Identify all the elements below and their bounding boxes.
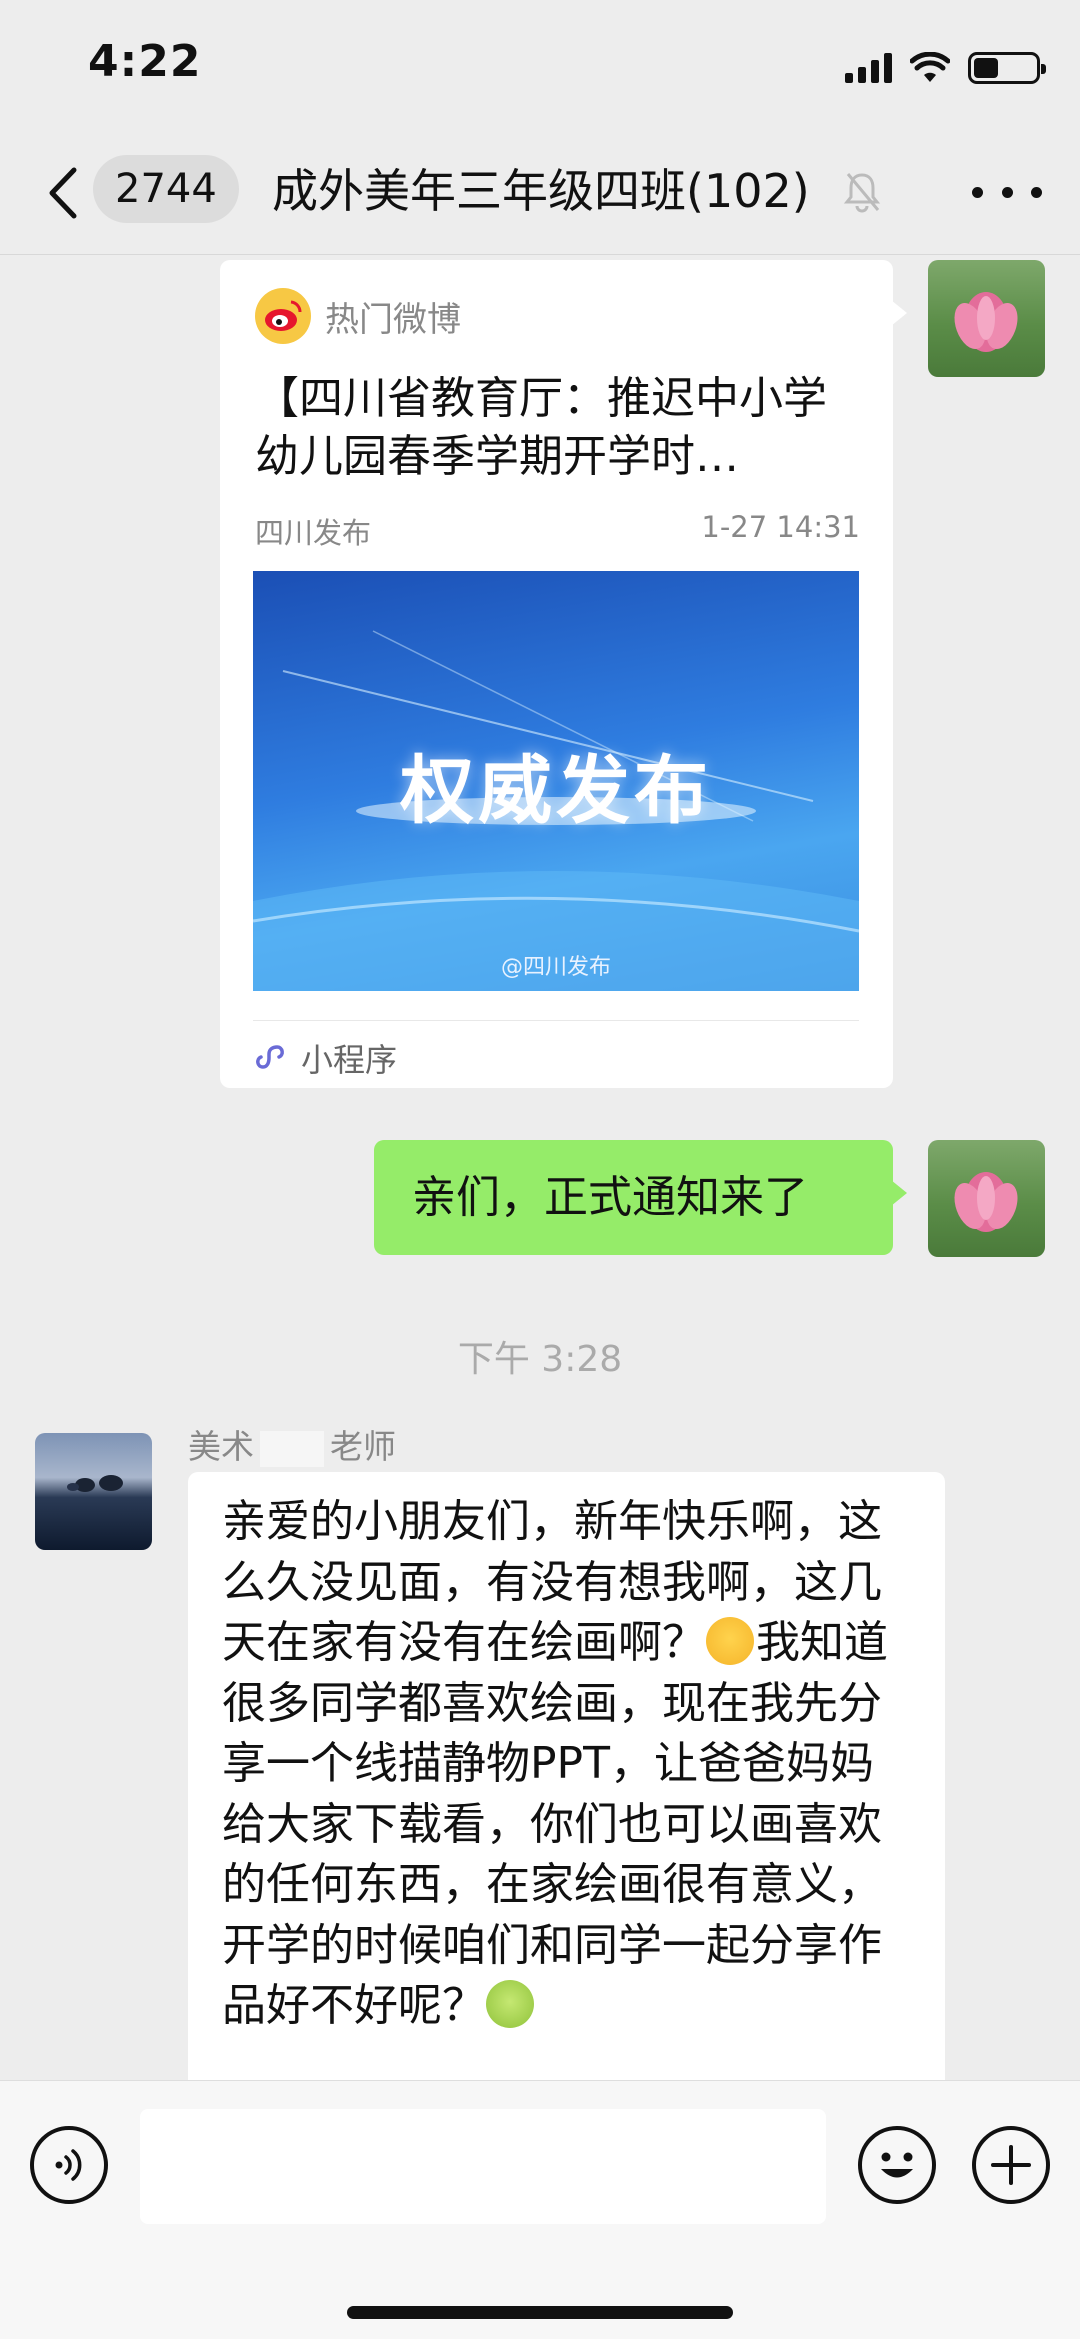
incoming-message-bubble[interactable]: 亲爱的小朋友们，新年快乐啊，这么久没见面，有没有想我啊，这几天在家有没有在绘画啊…	[188, 1472, 945, 2112]
back-button[interactable]	[38, 158, 88, 228]
message-text-part2: 我知道很多同学都喜欢绘画，现在我先分享一个线描静物PPT，让爸爸妈妈给大家下载看…	[222, 1617, 888, 2031]
chat-header: 2744 成外美年三年级四班(102)	[0, 130, 1080, 255]
status-icons	[845, 48, 1046, 88]
card-source-label: 热门微博	[325, 299, 461, 340]
sender-name-suffix: 老师	[330, 1427, 396, 1466]
chat-title: 成外美年三年级四班(102)	[272, 164, 810, 218]
card-publisher: 四川发布	[255, 516, 372, 550]
message-input[interactable]	[140, 2109, 826, 2224]
cover-watermark: @四川发布	[500, 955, 611, 980]
unread-count-badge[interactable]: 2744	[93, 155, 239, 223]
card-meta: 四川发布 1-27 14:31	[255, 510, 860, 552]
smiley-icon	[881, 2152, 913, 2178]
voice-icon	[55, 2149, 82, 2181]
outgoing-message-bubble[interactable]: 亲们，正式通知来了	[374, 1140, 907, 1255]
lake-photo-icon	[67, 1475, 123, 1492]
weibo-icon	[255, 288, 311, 344]
lotus-flower-icon	[954, 1172, 1018, 1232]
grin-emoji-icon	[486, 1980, 534, 2028]
status-bar: 4:22	[0, 0, 1080, 130]
plus-icon	[991, 2145, 1031, 2185]
mini-program-card[interactable]: 热门微博 【四川省教育厅：推迟中小学幼儿园春季学期开学时… 四川发布 1-27 …	[220, 260, 907, 1088]
mini-program-icon	[256, 1045, 284, 1069]
cover-headline: 权威发布	[400, 748, 712, 834]
message-timestamp: 下午 3:28	[457, 1339, 623, 1380]
chevron-left-icon	[49, 167, 77, 219]
cellular-signal-icon	[845, 53, 892, 83]
card-source: 热门微博	[255, 288, 461, 344]
card-cover-image: 权威发布 @四川发布	[253, 571, 859, 991]
lotus-flower-icon	[954, 292, 1018, 352]
battery-icon	[968, 52, 1046, 84]
dot-icon	[972, 186, 983, 198]
dot-icon	[1031, 186, 1042, 198]
redacted-name-mask	[260, 1430, 324, 1467]
card-date: 1-27 14:31	[701, 510, 860, 544]
sender-name-prefix: 美术	[188, 1427, 254, 1466]
sender-name: 美术 老师	[188, 1420, 396, 1468]
sender-avatar[interactable]	[35, 1433, 152, 1550]
voice-input-button[interactable]	[30, 2126, 108, 2204]
my-avatar[interactable]	[928, 260, 1045, 377]
more-options-button[interactable]	[972, 170, 1042, 214]
wifi-icon	[910, 52, 950, 82]
thinking-emoji-icon	[706, 1617, 754, 1665]
status-time: 4:22	[88, 36, 202, 87]
more-actions-button[interactable]	[972, 2126, 1050, 2204]
my-avatar[interactable]	[928, 1140, 1045, 1257]
mute-bell-icon	[843, 173, 881, 213]
mini-program-label: 小程序	[301, 1041, 398, 1079]
card-footer: 小程序	[253, 1035, 397, 1081]
card-title: 【四川省教育厅：推迟中小学幼儿园春季学期开学时…	[255, 373, 827, 482]
input-bar	[0, 2080, 1080, 2339]
dot-icon	[1001, 186, 1013, 198]
emoji-button[interactable]	[858, 2126, 936, 2204]
card-divider	[253, 1020, 859, 1021]
home-indicator	[347, 2306, 733, 2319]
